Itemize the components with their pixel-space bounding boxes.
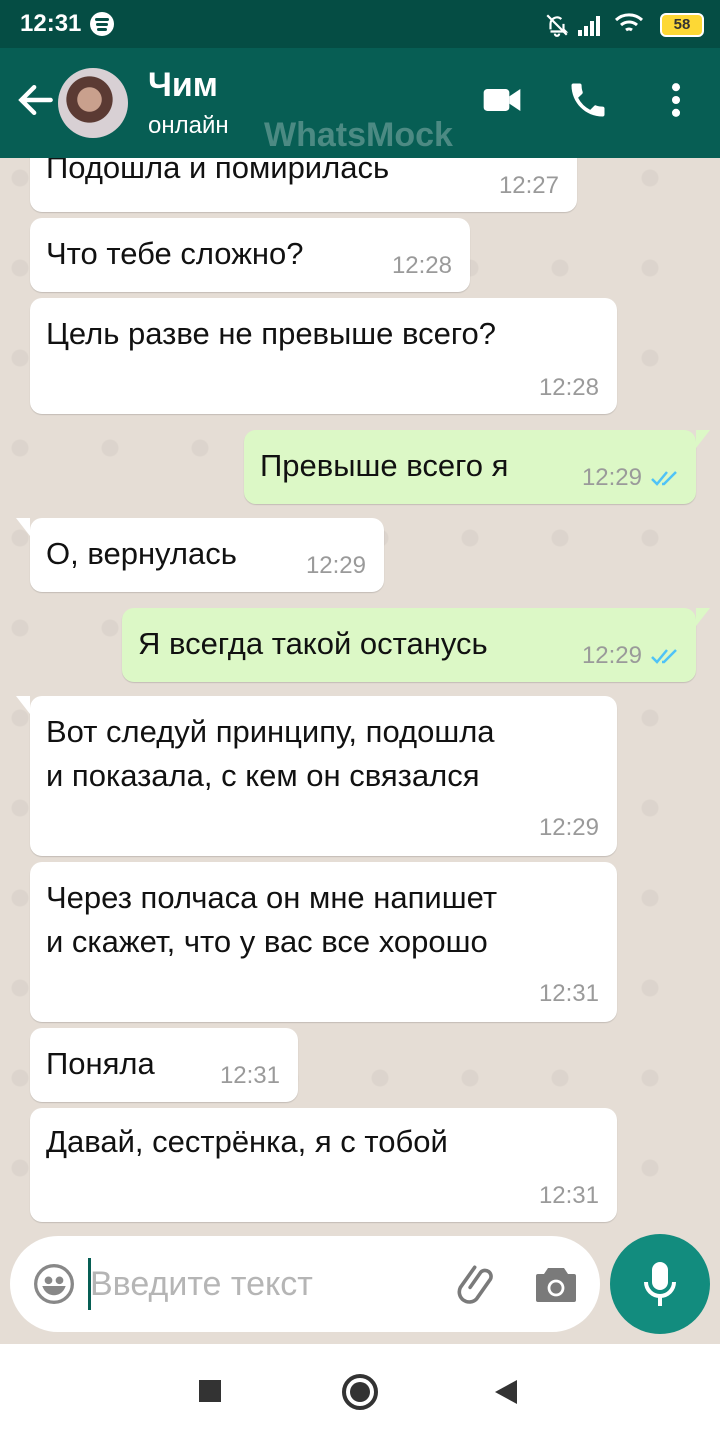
- contact-status: онлайн: [148, 112, 229, 139]
- avatar[interactable]: [58, 68, 128, 138]
- message-text: Я всегда такой останусь: [138, 626, 488, 661]
- microphone-icon: [644, 1262, 676, 1306]
- chat-header: Чим онлайн WhatsMock: [0, 48, 720, 158]
- message-bubble[interactable]: Через полчаса он мне напишет и скажет, ч…: [30, 862, 617, 1022]
- status-bar: 12:31 58: [0, 0, 720, 48]
- message-bubble[interactable]: Давай, сестрёнка, я с тобой 12:31: [30, 1108, 617, 1222]
- phone-call-icon[interactable]: [566, 78, 610, 122]
- message-text: Что тебе сложно?: [46, 236, 304, 271]
- message-time: 12:28: [391, 252, 452, 279]
- home-icon[interactable]: [342, 1374, 378, 1410]
- message-bubble[interactable]: Поняла 12:31: [30, 1028, 298, 1102]
- message-text: Давай, сестрёнка, я с тобой: [46, 1124, 448, 1159]
- chat-area[interactable]: Подошла и помирилась 12:27 Что тебе слож…: [0, 158, 720, 1240]
- status-time: 12:31: [20, 10, 82, 37]
- message-text: Подошла и помирилась: [46, 158, 390, 185]
- wifi-icon: [614, 13, 644, 32]
- message-text: и показала, с кем он связался: [46, 758, 480, 793]
- read-ticks-icon: [651, 471, 677, 486]
- message-text: Вот следуй принципу, подошла: [46, 714, 495, 749]
- mute-bell-icon: [546, 14, 569, 37]
- status-indicators: 58: [544, 10, 704, 38]
- message-bubble[interactable]: Вот следуй принципу, подошла и показала,…: [16, 696, 617, 856]
- signal-icon: [578, 16, 600, 36]
- spotify-icon: [90, 12, 114, 36]
- message-text: Через полчаса он мне напишет: [46, 880, 498, 915]
- camera-icon[interactable]: [532, 1262, 580, 1306]
- message-text: Цель разве не превыше всего?: [46, 316, 496, 351]
- message-bubble[interactable]: Цель разве не превыше всего? 12:28: [30, 298, 617, 414]
- message-time: 12:31: [538, 1182, 599, 1209]
- battery-indicator: 58: [660, 13, 704, 37]
- message-text: Поняла: [46, 1046, 155, 1081]
- emoji-icon[interactable]: [32, 1262, 76, 1306]
- message-time: 12:29: [581, 464, 642, 491]
- back-nav-icon[interactable]: [495, 1380, 517, 1404]
- message-composer: [10, 1236, 600, 1332]
- message-text: Превыше всего я: [260, 448, 509, 483]
- message-bubble[interactable]: Превыше всего я 12:29: [244, 430, 710, 504]
- read-ticks-icon: [651, 649, 677, 664]
- more-options-icon[interactable]: [654, 78, 698, 122]
- recent-apps-icon[interactable]: [199, 1380, 221, 1402]
- message-time: 12:29: [538, 814, 599, 841]
- message-bubble[interactable]: Что тебе сложно? 12:28: [30, 218, 470, 292]
- message-time: 12:27: [498, 172, 559, 199]
- back-arrow-icon[interactable]: [14, 78, 58, 122]
- message-time: 12:28: [538, 374, 599, 401]
- message-text: О, вернулась: [46, 536, 237, 571]
- message-time: 12:29: [305, 552, 366, 579]
- attach-icon[interactable]: [454, 1262, 502, 1310]
- message-text: и скажет, что у вас все хорошо: [46, 924, 488, 959]
- system-nav-bar: [0, 1344, 720, 1440]
- video-call-icon[interactable]: [480, 78, 524, 122]
- message-time: 12:29: [581, 642, 642, 669]
- message-input[interactable]: [90, 1256, 430, 1312]
- contact-name[interactable]: Чим: [148, 66, 218, 105]
- watermark: WhatsMock: [264, 116, 453, 154]
- message-bubble[interactable]: Подошла и помирилась 12:27: [30, 158, 577, 212]
- message-bubble[interactable]: Я всегда такой останусь 12:29: [122, 608, 710, 682]
- message-time: 12:31: [538, 980, 599, 1007]
- message-bubble[interactable]: О, вернулась 12:29: [16, 518, 384, 592]
- message-time: 12:31: [219, 1062, 280, 1089]
- voice-record-button[interactable]: [610, 1234, 710, 1334]
